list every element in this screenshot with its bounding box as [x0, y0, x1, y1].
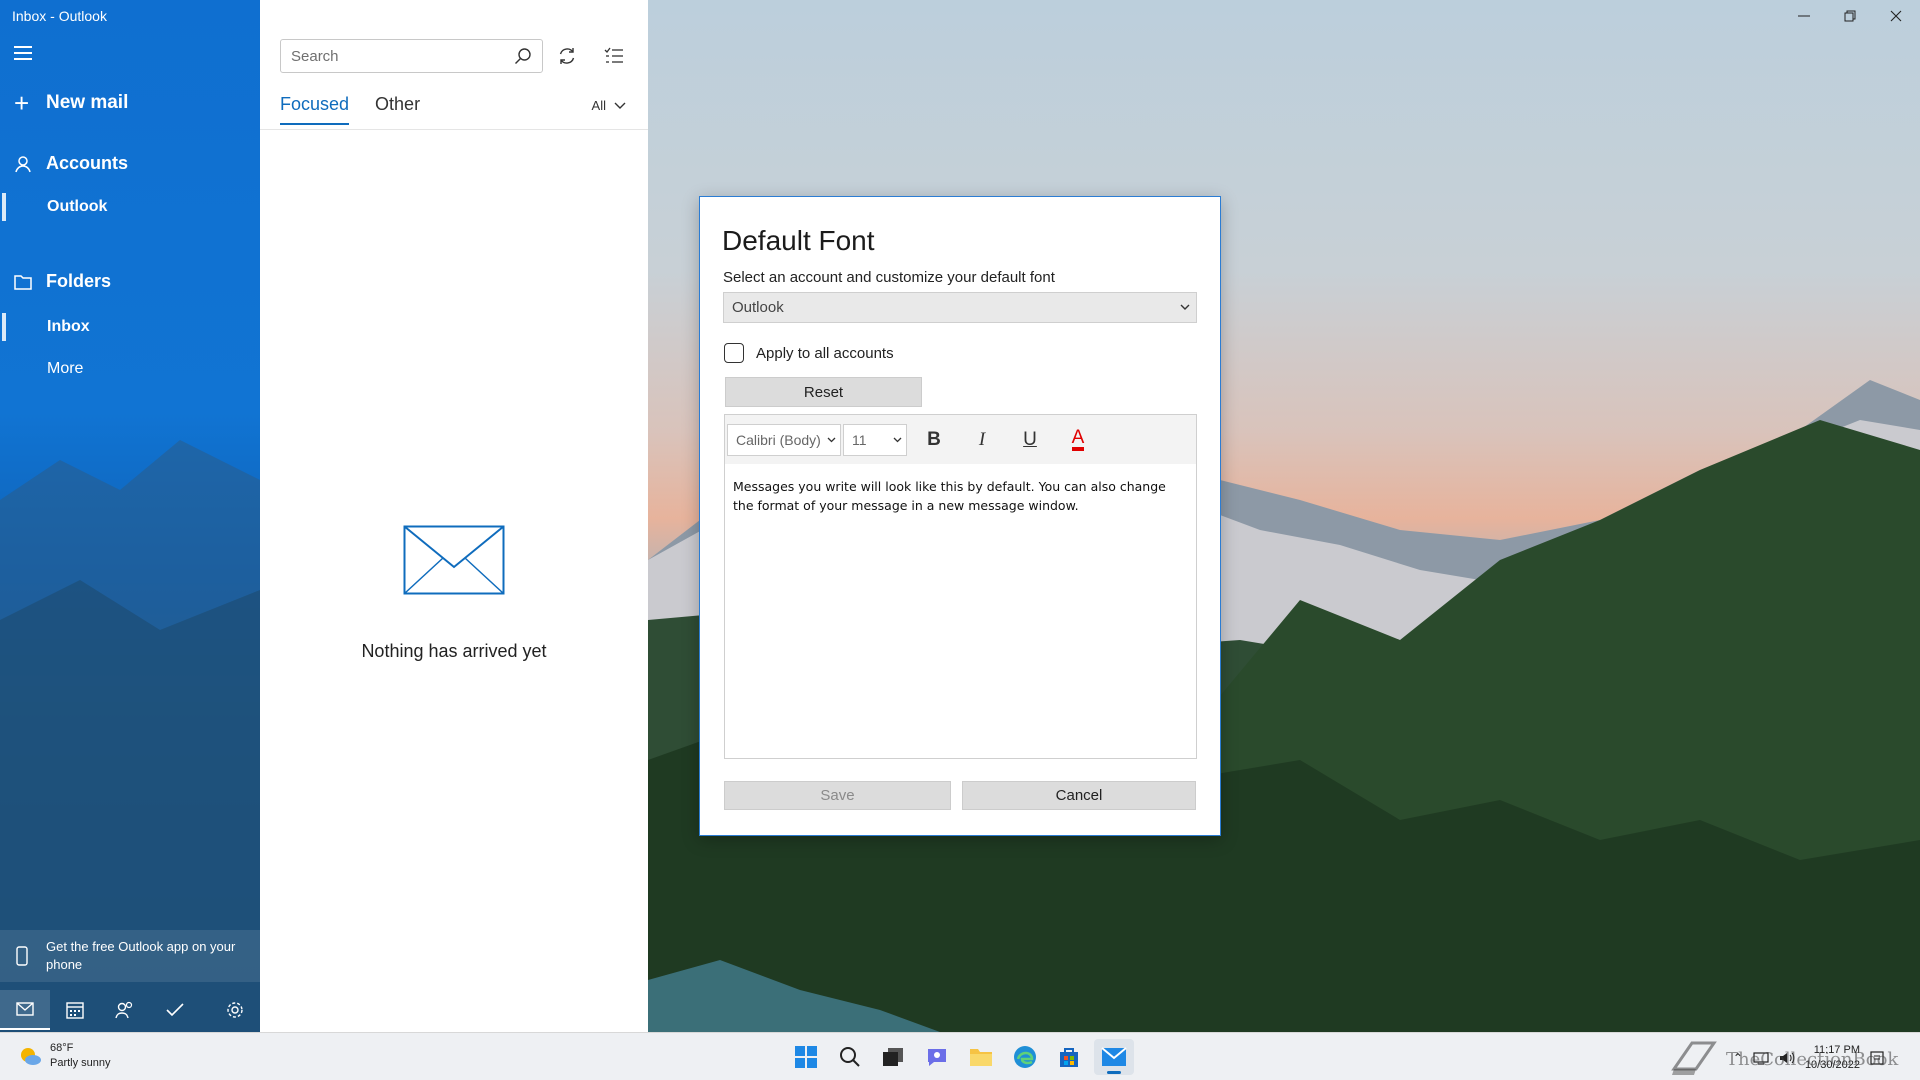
phone-app-promo[interactable]: Get the free Outlook app on your phone [0, 930, 260, 982]
weather-temperature: 68°F [50, 1042, 74, 1054]
new-mail-button[interactable]: + New mail [14, 88, 129, 118]
bottom-nav [0, 988, 260, 1032]
chevron-down-icon [1180, 304, 1190, 310]
store-icon[interactable] [1049, 1039, 1089, 1075]
bold-button[interactable]: B [911, 420, 957, 460]
sidebar-item-label: Inbox [47, 318, 90, 335]
restore-button[interactable] [1827, 0, 1873, 32]
apply-all-checkbox[interactable] [724, 343, 744, 363]
preview-text: Messages you write will look like this b… [733, 479, 1166, 513]
tab-other[interactable]: Other [375, 94, 420, 125]
partly-sunny-icon [21, 1048, 41, 1065]
dialog-subtitle: Select an account and customize your def… [723, 269, 1055, 286]
plus-icon: + [14, 88, 30, 118]
taskbar: 68°F Partly sunny ⌃ 11:17 PM 10/30/2022 [0, 1032, 1920, 1080]
person-icon [15, 155, 31, 172]
account-select[interactable]: Outlook [723, 292, 1197, 323]
italic-button[interactable]: I [959, 420, 1005, 460]
edge-icon[interactable] [1005, 1039, 1045, 1075]
mail-icon[interactable] [0, 990, 50, 1030]
cancel-button[interactable]: Cancel [962, 781, 1196, 810]
font-color-button[interactable]: A [1055, 420, 1101, 460]
folders-label: Folders [46, 271, 112, 291]
font-size-select[interactable]: 11 [843, 423, 907, 456]
close-icon [1890, 10, 1902, 22]
watermark-text: TheCollectionBook [1726, 1048, 1899, 1070]
weather-widget[interactable]: 68°F Partly sunny [18, 1041, 111, 1071]
reset-button[interactable]: Reset [725, 377, 922, 407]
watermark: TheCollectionBook [1670, 1039, 1898, 1079]
sidebar-item-label: Outlook [47, 198, 108, 215]
minimize-icon [1798, 15, 1810, 17]
chevron-down-icon [893, 437, 902, 442]
folders-header[interactable]: Folders [14, 271, 111, 292]
chevron-down-icon [614, 102, 626, 109]
promo-text: Get the free Outlook app on your phone [46, 939, 236, 972]
file-explorer-icon[interactable] [961, 1039, 1001, 1075]
apply-all-label: Apply to all accounts [756, 344, 894, 362]
weather-condition: Partly sunny [50, 1057, 111, 1069]
dialog-title: Default Font [722, 225, 875, 256]
hamburger-menu-icon[interactable] [14, 46, 32, 60]
underline-button[interactable]: U [1007, 420, 1053, 460]
filter-label: All [591, 98, 606, 113]
inbox-tabs: Focused Other [280, 94, 420, 125]
sidebar-item-outlook[interactable]: Outlook [0, 187, 260, 227]
accounts-label: Accounts [46, 153, 129, 173]
minimize-button[interactable] [1781, 0, 1827, 32]
new-mail-label: New mail [46, 92, 129, 113]
font-family-value: Calibri (Body) [736, 431, 821, 448]
font-family-select[interactable]: Calibri (Body) [727, 423, 841, 456]
format-toolbar: Calibri (Body) 11 B I U A [725, 415, 1196, 464]
close-button[interactable] [1873, 0, 1919, 32]
account-select-value: Outlook [732, 299, 784, 316]
filter-dropdown[interactable]: All [592, 98, 626, 113]
save-button[interactable]: Save [724, 781, 951, 810]
folder-icon [14, 274, 32, 290]
phone-icon [16, 946, 28, 966]
restore-icon [1844, 10, 1856, 22]
font-color-icon: A [1071, 428, 1085, 451]
search-input[interactable]: Search [280, 39, 543, 73]
window-title: Inbox - Outlook [12, 8, 107, 24]
tab-focused[interactable]: Focused [280, 94, 350, 125]
sidebar-item-inbox[interactable]: Inbox [0, 307, 260, 347]
search-icon[interactable] [514, 47, 532, 65]
taskbar-search-icon[interactable] [830, 1039, 870, 1075]
chat-icon[interactable] [917, 1039, 957, 1075]
calendar-icon[interactable] [50, 990, 100, 1030]
todo-icon[interactable] [150, 990, 200, 1030]
sidebar: Inbox - Outlook + New mail Accounts Outl… [0, 0, 260, 1032]
chevron-down-icon [827, 437, 836, 442]
font-preview-editor[interactable]: Calibri (Body) 11 B I U A Messages you w… [724, 414, 1197, 759]
default-font-dialog: Default Font Select an account and custo… [699, 196, 1221, 836]
start-icon[interactable] [786, 1039, 826, 1075]
task-view-icon[interactable] [873, 1039, 913, 1075]
book-logo-icon [1671, 1041, 1717, 1075]
search-placeholder: Search [291, 47, 339, 65]
sidebar-item-more[interactable]: More [47, 360, 83, 378]
mail-app-icon[interactable] [1094, 1039, 1134, 1075]
selection-mode-icon[interactable] [600, 42, 628, 70]
apply-all-row[interactable]: Apply to all accounts [724, 343, 894, 363]
settings-icon[interactable] [210, 990, 260, 1030]
divider [260, 129, 648, 130]
message-list-pane: Search Focused Other All Nothing has arr… [260, 0, 648, 1032]
font-size-value: 11 [852, 431, 867, 448]
accounts-header[interactable]: Accounts [14, 153, 128, 174]
empty-state-text: Nothing has arrived yet [361, 641, 547, 661]
envelope-icon [403, 525, 505, 595]
people-icon[interactable] [100, 990, 150, 1030]
sync-icon[interactable] [553, 42, 581, 70]
